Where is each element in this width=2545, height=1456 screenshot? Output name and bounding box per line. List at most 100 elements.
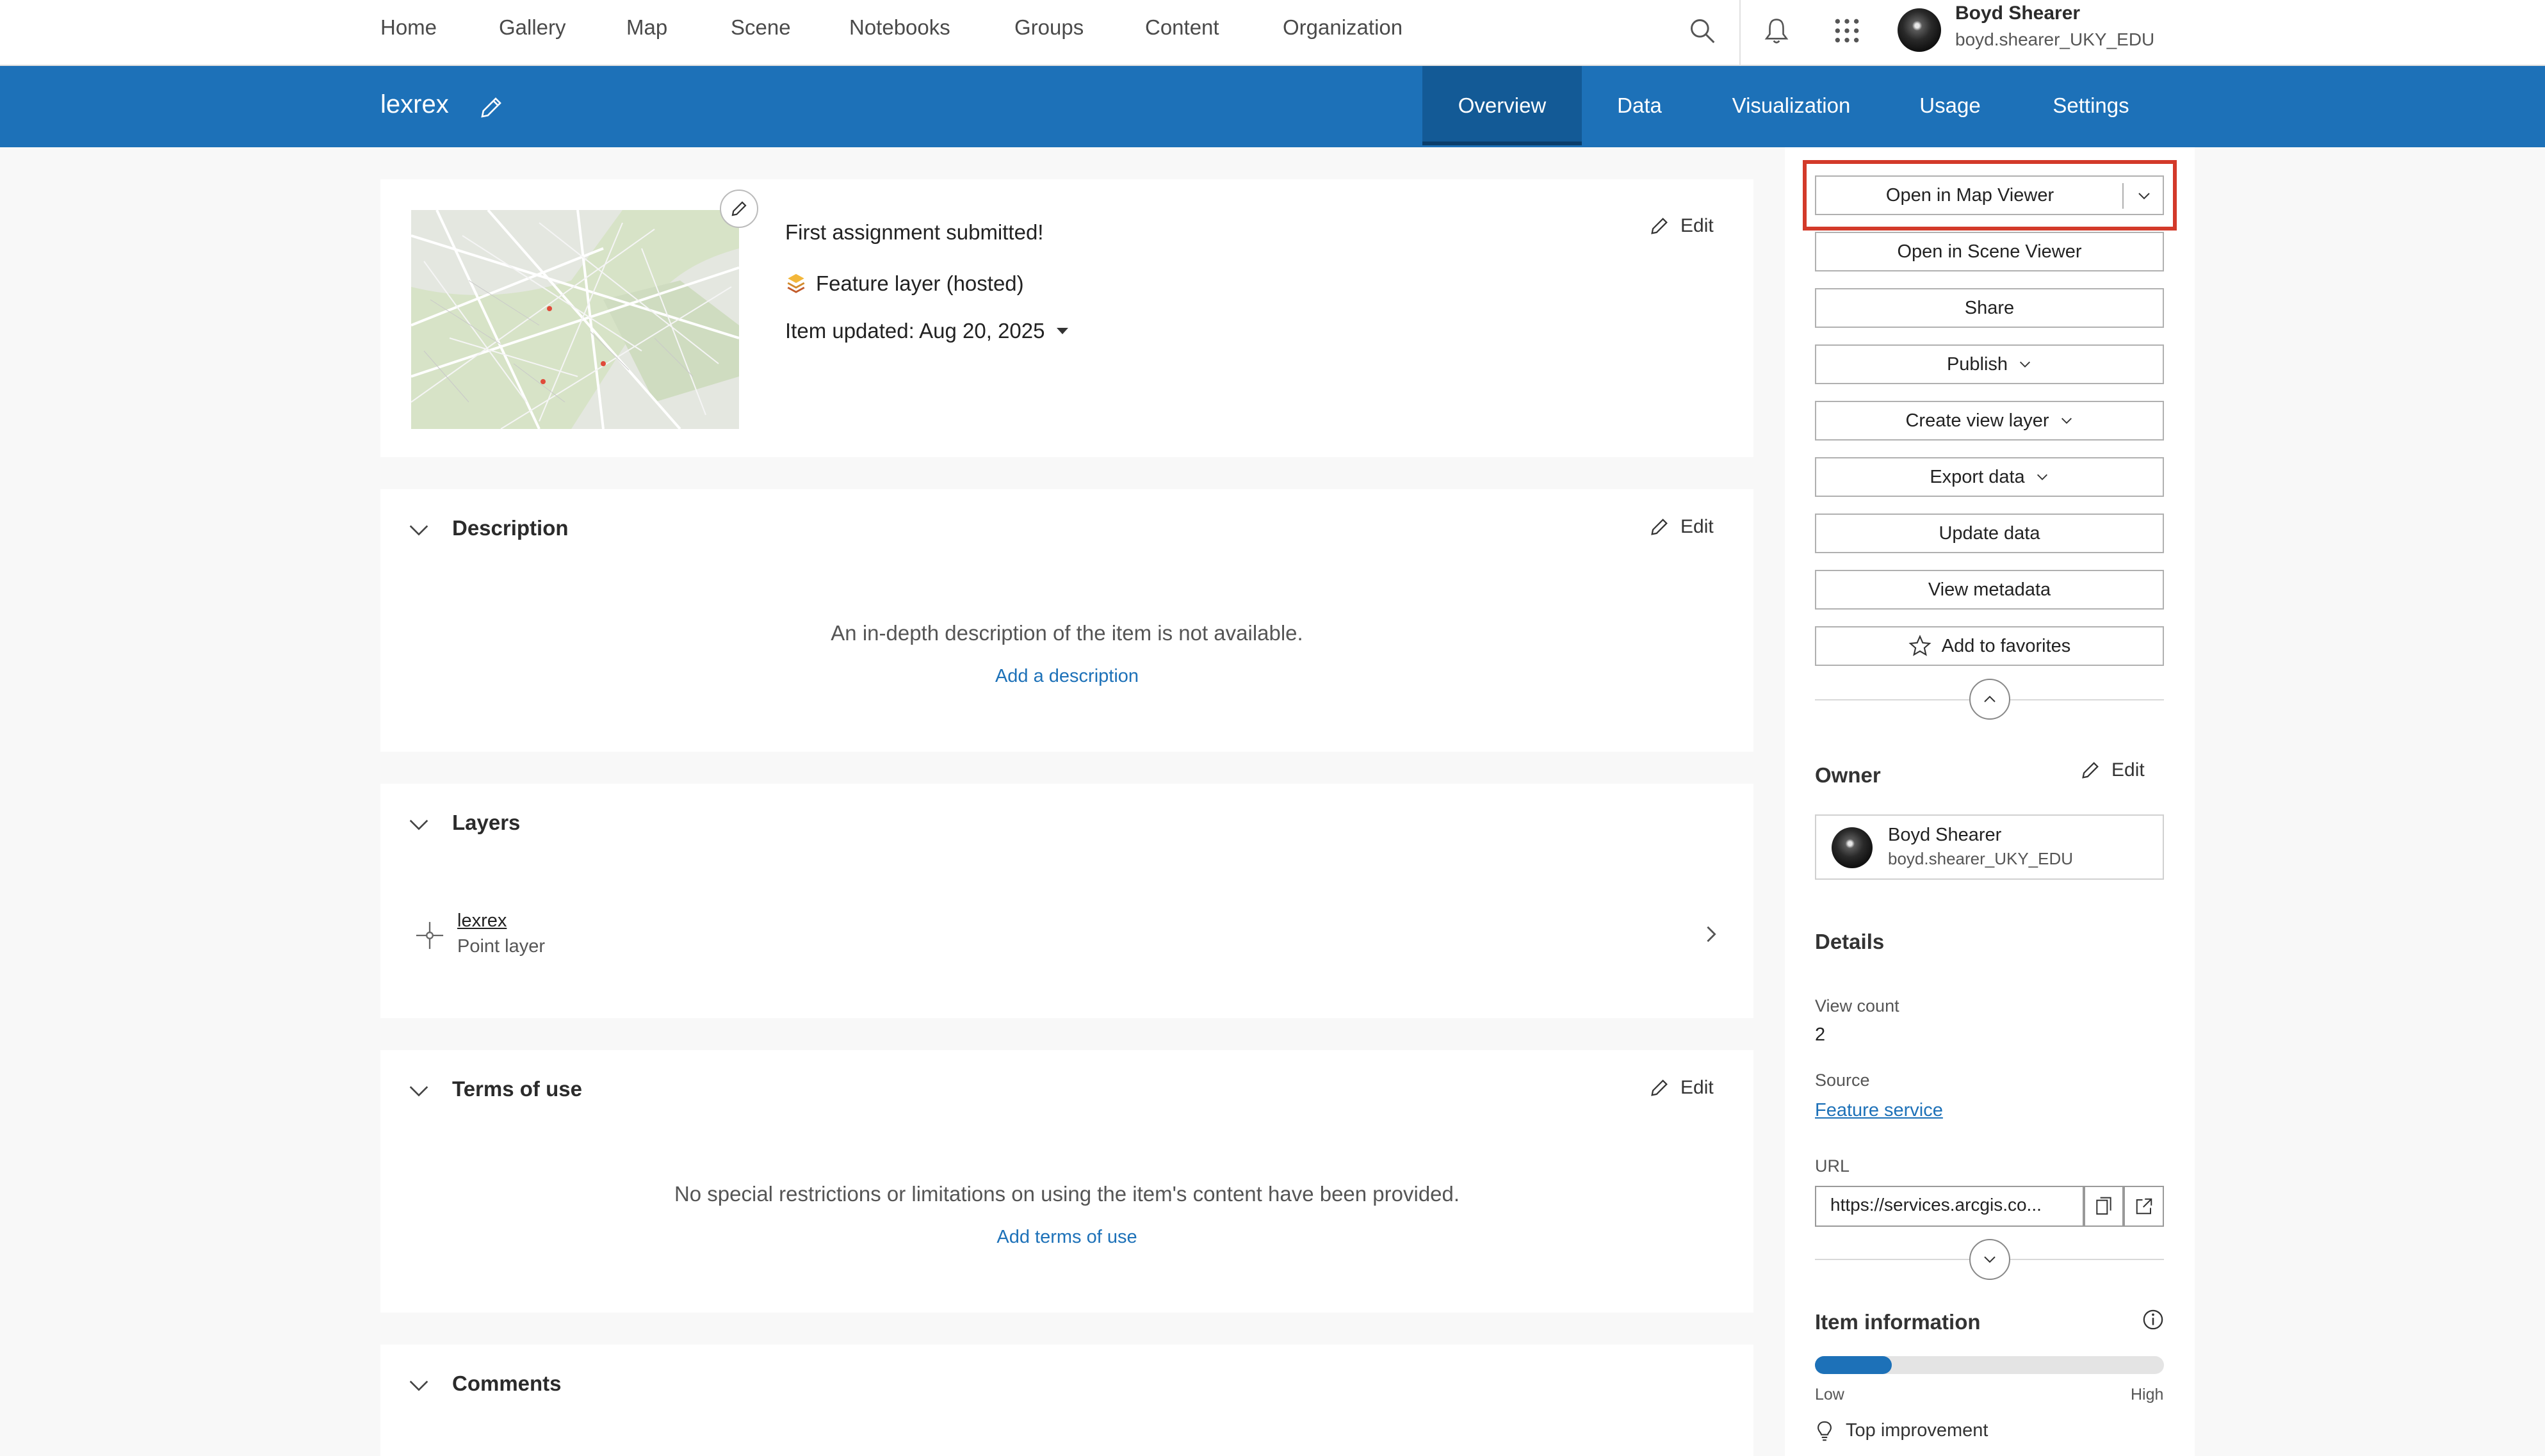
owner-name: Boyd Shearer bbox=[1888, 825, 2002, 845]
chevron-down-icon[interactable] bbox=[406, 1078, 432, 1104]
item-title: lexrex bbox=[380, 90, 449, 118]
open-url-button[interactable] bbox=[2124, 1186, 2164, 1227]
chevron-down-icon bbox=[2061, 417, 2072, 424]
thumbnail-edit-button[interactable] bbox=[720, 190, 758, 228]
item-type: Feature layer (hosted) bbox=[816, 271, 1024, 295]
top-improvement-label[interactable]: Top improvement bbox=[1846, 1420, 1988, 1441]
layer-name[interactable]: lexrex bbox=[457, 910, 507, 932]
nav-organization[interactable]: Organization bbox=[1283, 15, 1403, 40]
item-info-meter-fill bbox=[1815, 1356, 1892, 1374]
share-label: Share bbox=[1964, 297, 2015, 318]
view-count-value: 2 bbox=[1815, 1024, 1826, 1045]
add-description-link[interactable]: Add a description bbox=[380, 666, 1753, 687]
user-avatar[interactable] bbox=[1898, 8, 1941, 52]
pencil-icon bbox=[731, 201, 747, 216]
tab-visualization[interactable]: Visualization bbox=[1716, 66, 1866, 145]
user-id: boyd.shearer_UKY_EDU bbox=[1955, 29, 2155, 49]
update-data-button[interactable]: Update data bbox=[1815, 514, 2164, 553]
item-info-meter bbox=[1815, 1356, 2164, 1374]
pencil-icon bbox=[1651, 519, 1668, 535]
split-divider bbox=[2122, 183, 2124, 209]
comments-title: Comments bbox=[452, 1371, 562, 1395]
owner-card[interactable]: Boyd Shearer boyd.shearer_UKY_EDU bbox=[1815, 814, 2164, 880]
pencil-icon[interactable] bbox=[478, 94, 505, 121]
share-button[interactable]: Share bbox=[1815, 288, 2164, 328]
copy-icon bbox=[2096, 1197, 2111, 1215]
add-to-favorites-button[interactable]: Add to favorites bbox=[1815, 626, 2164, 666]
description-edit-button[interactable]: Edit bbox=[1648, 516, 1714, 538]
nav-scene[interactable]: Scene bbox=[731, 15, 791, 40]
nav-groups[interactable]: Groups bbox=[1014, 15, 1084, 40]
comments-card: Comments bbox=[380, 1345, 1753, 1456]
feature-layer-icon bbox=[785, 272, 807, 294]
copy-url-button[interactable] bbox=[2084, 1186, 2124, 1227]
external-link-icon bbox=[2136, 1198, 2152, 1215]
add-terms-link[interactable]: Add terms of use bbox=[380, 1227, 1753, 1248]
details-heading: Details bbox=[1815, 930, 1885, 953]
source-link[interactable]: Feature service bbox=[1815, 1100, 1943, 1121]
nav-divider bbox=[1739, 0, 1741, 65]
nav-gallery[interactable]: Gallery bbox=[499, 15, 566, 40]
owner-id: boyd.shearer_UKY_EDU bbox=[1888, 849, 2074, 868]
tab-settings[interactable]: Settings bbox=[2030, 66, 2152, 145]
nav-map[interactable]: Map bbox=[626, 15, 667, 40]
owner-edit-button[interactable]: Edit bbox=[2079, 759, 2145, 781]
chevron-down-icon bbox=[1984, 1256, 1996, 1263]
create-view-layer-label: Create view layer bbox=[1905, 410, 2049, 431]
chevron-right-icon[interactable] bbox=[1703, 925, 1719, 944]
chevron-down-icon[interactable] bbox=[406, 517, 432, 543]
chevron-down-icon[interactable] bbox=[406, 812, 432, 837]
summary-card: First assignment submitted! Feature laye… bbox=[380, 179, 1753, 457]
lightbulb-icon bbox=[1817, 1421, 1832, 1441]
url-field[interactable]: https://services.arcgis.co... bbox=[1815, 1186, 2084, 1227]
tab-usage[interactable]: Usage bbox=[1883, 66, 2017, 145]
nav-home[interactable]: Home bbox=[380, 15, 437, 40]
open-scene-viewer-label: Open in Scene Viewer bbox=[1897, 241, 2082, 262]
summary-edit-button[interactable]: Edit bbox=[1648, 215, 1714, 237]
collapse-actions-button[interactable] bbox=[1969, 679, 2010, 720]
expand-details-button[interactable] bbox=[1969, 1239, 2010, 1280]
open-map-viewer-button[interactable]: Open in Map Viewer bbox=[1815, 175, 2164, 215]
meter-high-label: High bbox=[2131, 1386, 2164, 1403]
update-data-label: Update data bbox=[1939, 522, 2040, 544]
source-label: Source bbox=[1815, 1071, 1870, 1090]
description-title: Description bbox=[452, 516, 569, 540]
layers-title: Layers bbox=[452, 811, 521, 834]
create-view-layer-button[interactable]: Create view layer bbox=[1815, 401, 2164, 441]
export-data-button[interactable]: Export data bbox=[1815, 457, 2164, 497]
layers-card: Layers lexrex Point layer bbox=[380, 784, 1753, 1018]
nav-notebooks[interactable]: Notebooks bbox=[849, 15, 950, 40]
top-navigation: Home Gallery Map Scene Notebooks Groups … bbox=[0, 0, 2545, 66]
item-header-bar: lexrex Overview Data Visualization Usage… bbox=[0, 66, 2545, 147]
open-scene-viewer-button[interactable]: Open in Scene Viewer bbox=[1815, 232, 2164, 271]
tab-data[interactable]: Data bbox=[1588, 66, 1691, 145]
nav-content[interactable]: Content bbox=[1145, 15, 1219, 40]
item-updated-date[interactable]: Item updated: Aug 20, 2025 bbox=[785, 319, 1045, 343]
owner-heading: Owner bbox=[1815, 763, 1881, 787]
user-name[interactable]: Boyd Shearer bbox=[1955, 3, 2080, 24]
bell-icon[interactable] bbox=[1760, 14, 1793, 47]
terms-edit-button[interactable]: Edit bbox=[1648, 1077, 1714, 1099]
point-layer-icon bbox=[416, 921, 444, 950]
chevron-down-icon[interactable] bbox=[2136, 190, 2152, 202]
url-label: URL bbox=[1815, 1156, 1850, 1176]
app-launcher-icon[interactable] bbox=[1830, 14, 1864, 47]
publish-button[interactable]: Publish bbox=[1815, 344, 2164, 384]
chevron-down-icon bbox=[2037, 474, 2047, 480]
edit-label: Edit bbox=[2111, 759, 2145, 781]
caret-down-icon[interactable] bbox=[1055, 327, 1069, 336]
view-metadata-button[interactable]: View metadata bbox=[1815, 570, 2164, 610]
chevron-down-icon[interactable] bbox=[406, 1373, 432, 1398]
edit-label: Edit bbox=[1680, 215, 1714, 236]
pencil-icon bbox=[1651, 1080, 1668, 1096]
info-icon[interactable] bbox=[2142, 1309, 2164, 1331]
edit-label: Edit bbox=[1680, 1077, 1714, 1098]
description-empty-text: An in-depth description of the item is n… bbox=[831, 621, 1303, 645]
pencil-icon bbox=[2082, 762, 2099, 779]
tab-overview[interactable]: Overview bbox=[1422, 66, 1582, 145]
view-count-label: View count bbox=[1815, 996, 1899, 1015]
item-information-heading: Item information bbox=[1815, 1310, 1981, 1334]
search-icon[interactable] bbox=[1686, 14, 1719, 47]
layer-list-item[interactable]: lexrex Point layer bbox=[380, 905, 1753, 969]
add-to-favorites-label: Add to favorites bbox=[1941, 635, 2071, 656]
